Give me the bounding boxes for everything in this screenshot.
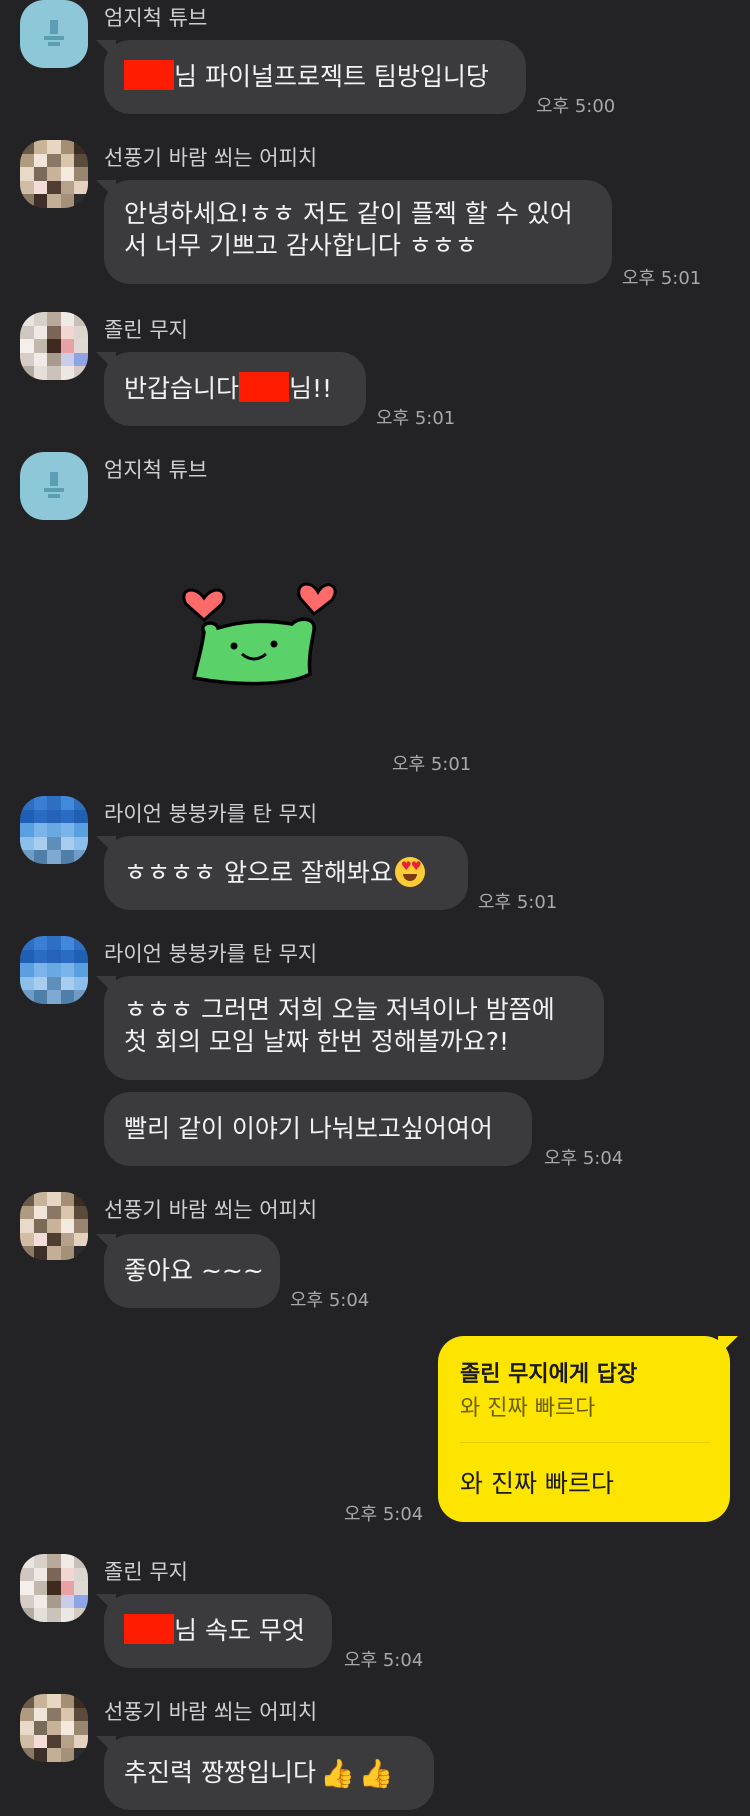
thumbs-up-icon: 👍 xyxy=(358,1757,394,1790)
message-text-line: 서 너무 기쁘고 감사합니다 ㅎㅎㅎ xyxy=(124,231,478,260)
message-text-line: ㅎㅎㅎ 그러면 저희 오늘 저녁이나 밤쯤에 xyxy=(124,995,555,1024)
tube-figure-icon xyxy=(44,472,64,498)
avatar-lion-muzi[interactable] xyxy=(20,796,88,864)
sender-name: 엄지척 튜브 xyxy=(104,458,208,482)
message-text: 빨리 같이 이야기 나눠보고싶어여어 xyxy=(124,1114,493,1143)
avatar-muzi[interactable] xyxy=(20,1554,88,1622)
my-reply-bubble[interactable]: 졸린 무지에게 답장 와 진짜 빠르다 와 진짜 빠르다 xyxy=(438,1336,730,1522)
message-text: 님!! xyxy=(289,374,333,403)
message-text: 좋아요 ~~~ xyxy=(124,1256,264,1285)
message-bubble[interactable]: ㅎㅎㅎ 그러면 저희 오늘 저녁이나 밤쯤에 첫 회의 모임 날짜 한번 정해볼… xyxy=(104,976,604,1080)
avatar-apeach[interactable] xyxy=(20,1192,88,1260)
message-text: 와 진짜 빠르다 xyxy=(460,1469,614,1498)
avatar-muzi[interactable] xyxy=(20,312,88,380)
message-bubble[interactable]: 님 속도 무엇 xyxy=(104,1594,332,1668)
avatar-tube[interactable] xyxy=(20,452,88,520)
tube-figure-icon xyxy=(44,20,64,46)
message-text: ㅎㅎㅎㅎ 앞으로 잘해봐요 xyxy=(124,858,393,887)
message-bubble[interactable]: ㅎㅎㅎㅎ 앞으로 잘해봐요 xyxy=(104,836,468,910)
reply-divider xyxy=(460,1442,710,1443)
message-time: 오후 5:01 xyxy=(392,754,472,775)
thumbs-up-icon: 👍 xyxy=(319,1757,355,1790)
reply-target: 졸린 무지에게 답장 xyxy=(460,1362,638,1387)
sender-name: 선풍기 바람 쐬는 어피치 xyxy=(104,1198,318,1222)
message-text-line: 첫 회의 모임 날짜 한번 정해볼까요?! xyxy=(124,1027,510,1056)
avatar-lion-muzi[interactable] xyxy=(20,936,88,1004)
message-time: 오후 5:04 xyxy=(344,1504,424,1525)
message-bubble[interactable]: 님 파이널프로젝트 팀방입니당 xyxy=(104,40,526,114)
sender-name: 라이언 붕붕카를 탄 무지 xyxy=(104,942,318,966)
message-bubble[interactable]: 좋아요 ~~~ xyxy=(104,1234,280,1308)
message-time: 오후 5:04 xyxy=(290,1290,370,1311)
message-time: 오후 5:00 xyxy=(536,96,616,117)
message-time: 오후 5:04 xyxy=(344,1650,424,1671)
message-time: 오후 5:01 xyxy=(376,408,456,429)
sender-name: 졸린 무지 xyxy=(104,318,188,342)
sender-name: 라이언 붕붕카를 탄 무지 xyxy=(104,802,318,826)
message-bubble[interactable]: 추진력 짱짱입니다 👍 👍 xyxy=(104,1736,434,1810)
quoted-message: 와 진짜 빠르다 xyxy=(460,1396,596,1421)
avatar-apeach[interactable] xyxy=(20,1694,88,1762)
message-text: 님 파이널프로젝트 팀방입니당 xyxy=(174,62,489,91)
sender-name: 엄지척 튜브 xyxy=(104,6,208,30)
sender-name: 졸린 무지 xyxy=(104,1560,188,1584)
message-bubble[interactable]: 반갑습니다 님!! xyxy=(104,352,366,426)
message-text-line: 안녕하세요!ㅎㅎ 저도 같이 플젝 할 수 있어 xyxy=(124,199,573,228)
redacted-name xyxy=(239,372,290,402)
redacted-name xyxy=(124,60,174,90)
frog-hearts-sticker[interactable] xyxy=(176,570,346,690)
message-time: 오후 5:01 xyxy=(478,892,558,913)
message-time: 오후 5:04 xyxy=(544,1148,624,1169)
message-bubble[interactable]: 안녕하세요!ㅎㅎ 저도 같이 플젝 할 수 있어 서 너무 기쁘고 감사합니다 … xyxy=(104,180,612,284)
redacted-name xyxy=(124,1614,174,1644)
avatar-apeach[interactable] xyxy=(20,140,88,208)
message-text: 추진력 짱짱입니다 xyxy=(124,1758,316,1787)
sender-name: 선풍기 바람 쐬는 어피치 xyxy=(104,146,318,170)
message-time: 오후 5:01 xyxy=(622,268,702,289)
sender-name: 선풍기 바람 쐬는 어피치 xyxy=(104,1700,318,1724)
avatar-tube[interactable] xyxy=(20,0,88,68)
message-bubble[interactable]: 빨리 같이 이야기 나눠보고싶어여어 xyxy=(104,1092,532,1166)
message-text: 반갑습니다 xyxy=(124,374,240,403)
heart-eyes-emoji-icon xyxy=(394,857,425,887)
message-text: 님 속도 무엇 xyxy=(174,1616,305,1645)
